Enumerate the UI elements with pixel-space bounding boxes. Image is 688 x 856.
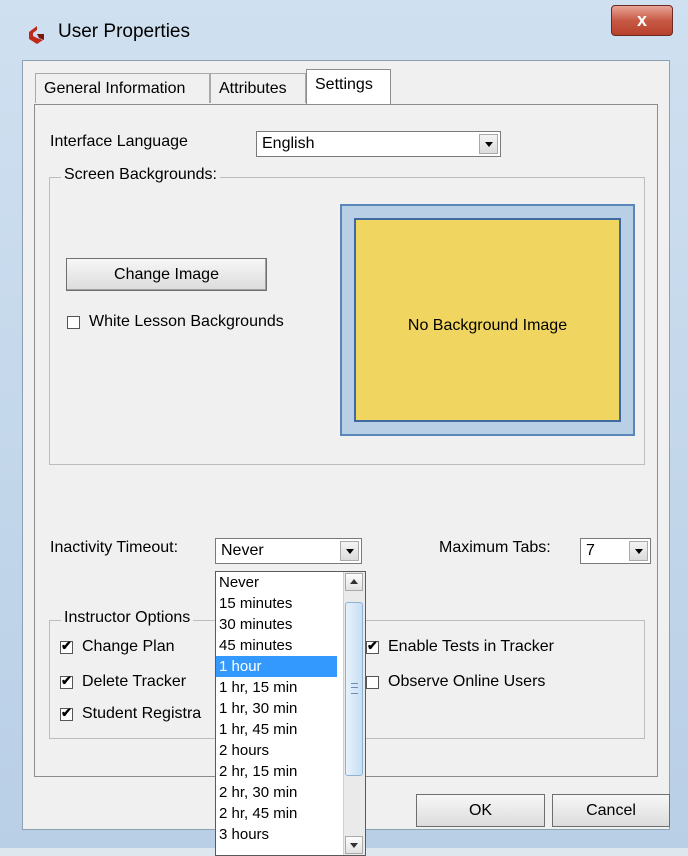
- inactivity-timeout-value: Never: [221, 542, 264, 559]
- app-logo-icon: [29, 26, 44, 44]
- white-lesson-backgrounds-checkbox[interactable]: [67, 316, 80, 329]
- delete-tracker-label: Delete Tracker: [82, 673, 187, 690]
- student-registration-checkbox[interactable]: [60, 705, 73, 721]
- delete-tracker-checkbox[interactable]: [60, 673, 73, 689]
- dropdown-item[interactable]: 2 hours: [216, 740, 337, 761]
- dropdown-scrollbar[interactable]: [343, 572, 365, 855]
- chevron-down-icon[interactable]: [629, 541, 648, 561]
- tab-settings[interactable]: Settings: [306, 69, 391, 105]
- dropdown-item[interactable]: 3 hours: [216, 824, 337, 845]
- dropdown-item[interactable]: 1 hr, 15 min: [216, 677, 337, 698]
- background-preview-image: No Background Image: [354, 218, 621, 422]
- observe-online-users-checkbox[interactable]: [366, 676, 379, 689]
- window-title: User Properties: [58, 21, 190, 42]
- maximum-tabs-value: 7: [586, 542, 595, 559]
- dropdown-item[interactable]: 1 hr, 45 min: [216, 719, 337, 740]
- dropdown-item[interactable]: 2 hr, 30 min: [216, 782, 337, 803]
- white-lesson-backgrounds-label: White Lesson Backgrounds: [89, 313, 284, 330]
- tab-general-information[interactable]: General Information: [35, 73, 210, 103]
- scroll-thumb[interactable]: [345, 602, 363, 776]
- chevron-down-icon[interactable]: [340, 541, 359, 561]
- observe-online-users-label: Observe Online Users: [388, 673, 546, 690]
- interface-language-value: English: [262, 135, 315, 152]
- change-image-button[interactable]: Change Image: [66, 258, 267, 291]
- inactivity-timeout-dropdown-list[interactable]: Never 15 minutes 30 minutes 45 minutes 1…: [215, 571, 366, 856]
- scroll-grip-icon: [351, 683, 358, 694]
- dropdown-item-highlighted[interactable]: 1 hour: [216, 656, 337, 677]
- dropdown-item[interactable]: 30 minutes: [216, 614, 337, 635]
- enable-tests-label: Enable Tests in Tracker: [388, 638, 555, 655]
- dialog-client-area: General Information Attributes Settings …: [22, 60, 670, 856]
- dropdown-item[interactable]: 1 hr, 30 min: [216, 698, 337, 719]
- preview-text: No Background Image: [407, 317, 568, 334]
- change-plan-checkbox[interactable]: [60, 638, 73, 654]
- inactivity-timeout-label: Inactivity Timeout:: [50, 539, 179, 556]
- maximum-tabs-select[interactable]: 7: [580, 538, 651, 564]
- screen-backgrounds-title: Screen Backgrounds:: [61, 166, 220, 184]
- change-plan-label: Change Plan: [82, 638, 175, 655]
- interface-language-select[interactable]: English: [256, 131, 501, 157]
- scroll-down-icon[interactable]: [345, 836, 363, 854]
- user-properties-window: User Properties x General Information At…: [0, 0, 688, 856]
- dropdown-item[interactable]: 2 hr, 45 min: [216, 803, 337, 824]
- student-registration-label: Student Registra: [82, 705, 202, 722]
- tab-attributes[interactable]: Attributes: [210, 73, 306, 103]
- dropdown-item[interactable]: 45 minutes: [216, 635, 337, 656]
- cancel-button[interactable]: Cancel: [552, 794, 670, 827]
- maximum-tabs-label: Maximum Tabs:: [439, 539, 551, 556]
- inactivity-timeout-select[interactable]: Never: [215, 538, 362, 564]
- close-button[interactable]: x: [611, 5, 673, 36]
- chevron-down-icon[interactable]: [479, 134, 498, 154]
- enable-tests-checkbox[interactable]: [366, 638, 379, 654]
- ok-button[interactable]: OK: [416, 794, 545, 827]
- background-preview: No Background Image: [340, 204, 635, 436]
- instructor-options-title: Instructor Options: [61, 609, 194, 627]
- scroll-up-icon[interactable]: [345, 573, 363, 591]
- title-bar[interactable]: User Properties x: [0, 0, 688, 60]
- dropdown-item[interactable]: 15 minutes: [216, 593, 337, 614]
- dropdown-item[interactable]: Never: [216, 572, 337, 593]
- interface-language-label: Interface Language: [50, 133, 188, 150]
- dropdown-item[interactable]: 2 hr, 15 min: [216, 761, 337, 782]
